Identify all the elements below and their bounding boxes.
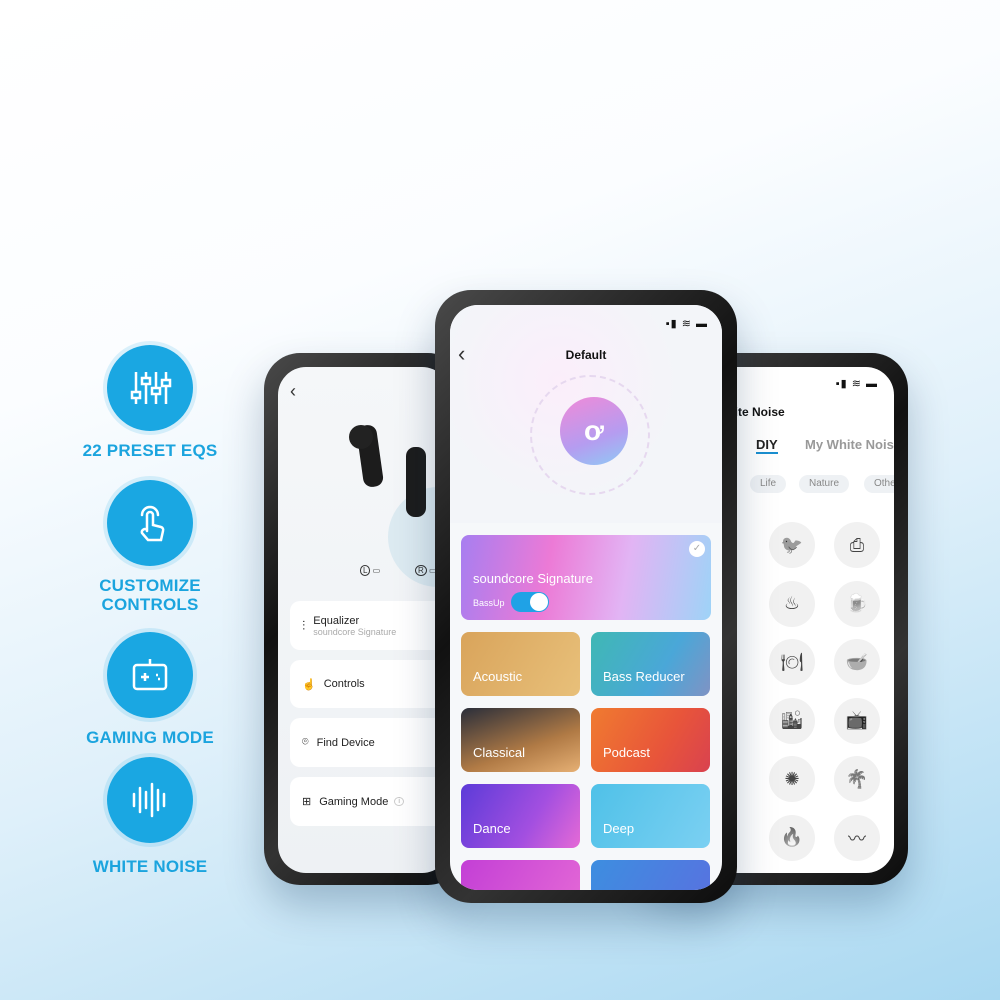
beach-icon[interactable]: 🌴	[834, 756, 880, 802]
menu-label: Equalizer	[313, 614, 360, 627]
campfire-icon[interactable]: 🔥	[769, 814, 815, 861]
preset-deep[interactable]: Deep	[591, 784, 710, 848]
feature-customize-controls: CUSTOMIZE CONTROLS	[50, 480, 250, 614]
feature-label: CUSTOMIZE	[99, 576, 201, 595]
left-indicator: L	[360, 565, 371, 576]
center-phone-screen: ▪▮ ≋ ▬ ‹ Default ơ ✓ soundcore Signature…	[450, 305, 722, 890]
menu-equalizer[interactable]: ⫶ Equalizer soundcore Signature	[290, 601, 450, 650]
restaurant-icon[interactable]: 🍽	[769, 639, 815, 685]
menu-sublabel: soundcore Signature	[313, 626, 397, 637]
wind-icon[interactable]: 〰	[834, 814, 880, 861]
left-phone-screen: ‹ L ▭ R ▭ ⫶ Equalizer soundcore Signature …	[278, 367, 450, 873]
earbud-left-tip	[349, 425, 373, 449]
preset-partial[interactable]	[591, 860, 710, 890]
earbud-right-image	[406, 447, 426, 517]
preset-bass-reducer[interactable]: Bass Reducer	[591, 632, 710, 696]
back-icon[interactable]: ‹	[290, 381, 296, 402]
menu-gaming-mode[interactable]: ⊞ Gaming Mode i	[290, 777, 450, 826]
fireworks-icon[interactable]: ✺	[769, 756, 815, 802]
feature-label: CONTROLS	[101, 595, 199, 614]
bird-icon[interactable]: 🐦	[769, 522, 815, 568]
menu-label: Controls	[323, 678, 365, 690]
chip-other[interactable]: Other	[864, 475, 894, 493]
equalizer-icon: ⫶	[302, 617, 306, 633]
location-pin-icon: ⌾	[302, 736, 309, 748]
right-indicator: R	[415, 565, 427, 576]
menu-label: Gaming Mode	[319, 795, 389, 808]
selected-check-icon: ✓	[689, 541, 705, 557]
status-bar-icons: ▪▮ ≋ ▬	[835, 378, 878, 390]
equalizer-sliders-icon	[107, 345, 193, 431]
earbud-right-battery: R ▭	[415, 565, 437, 576]
feature-gaming-mode: GAMING MODE	[50, 632, 250, 747]
preset-acoustic[interactable]: Acoustic	[461, 632, 580, 696]
tv-icon[interactable]: 📺	[834, 697, 880, 744]
menu-controls[interactable]: ☝ Controls	[290, 660, 450, 708]
tab-my-white-noise[interactable]: My White Noise	[805, 437, 894, 452]
center-phone: ▪▮ ≋ ▬ ‹ Default ơ ✓ soundcore Signature…	[435, 290, 737, 903]
bassup-toggle[interactable]	[511, 592, 549, 612]
preset-classical[interactable]: Classical	[461, 708, 580, 772]
gamepad-icon: ⊞	[302, 796, 312, 808]
sound-wave-icon	[107, 757, 193, 843]
feature-label: GAMING MODE	[86, 728, 214, 747]
feature-preset-eqs: 22 PRESET EQS	[50, 345, 250, 460]
eq-label: soundcore Signature	[473, 571, 593, 586]
tab-diy[interactable]: DIY	[756, 437, 778, 454]
city-icon[interactable]: 🏙	[769, 697, 815, 744]
bassup-label: BassUp	[473, 598, 505, 608]
chip-life[interactable]: Life	[750, 475, 787, 493]
grill-icon[interactable]: ♨	[769, 580, 815, 627]
feature-white-noise: WHITE NOISE	[50, 757, 250, 876]
left-phone: ‹ L ▭ R ▭ ⫶ Equalizer soundcore Signature …	[264, 353, 464, 885]
preset-partial[interactable]	[461, 860, 580, 890]
info-icon[interactable]: i	[394, 797, 404, 806]
cooking-icon[interactable]: 🥣	[834, 639, 880, 685]
feature-label: 22 PRESET EQS	[82, 441, 218, 460]
beer-icon[interactable]: 🍺	[834, 580, 880, 627]
earbud-left-battery: L ▭	[360, 565, 380, 576]
gamepad-icon	[107, 632, 193, 718]
preset-podcast[interactable]: Podcast	[591, 708, 710, 772]
tap-hand-icon: ☝	[302, 678, 316, 691]
soundcore-logo-icon: ơ	[560, 397, 628, 465]
feature-label: WHITE NOISE	[92, 857, 208, 876]
chip-nature[interactable]: Nature	[799, 475, 850, 493]
screen-title: Default	[565, 348, 607, 362]
status-bar-icons: ▪▮ ≋ ▬	[665, 318, 708, 330]
eq-signature-card[interactable]: ✓ soundcore Signature BassUp	[461, 535, 711, 620]
preset-dance[interactable]: Dance	[461, 784, 580, 848]
menu-label: Find Device	[316, 736, 375, 749]
tap-hand-icon	[107, 480, 193, 566]
printer-icon[interactable]: ⎙	[834, 522, 880, 568]
menu-find-device[interactable]: ⌾ Find Device	[290, 718, 450, 767]
